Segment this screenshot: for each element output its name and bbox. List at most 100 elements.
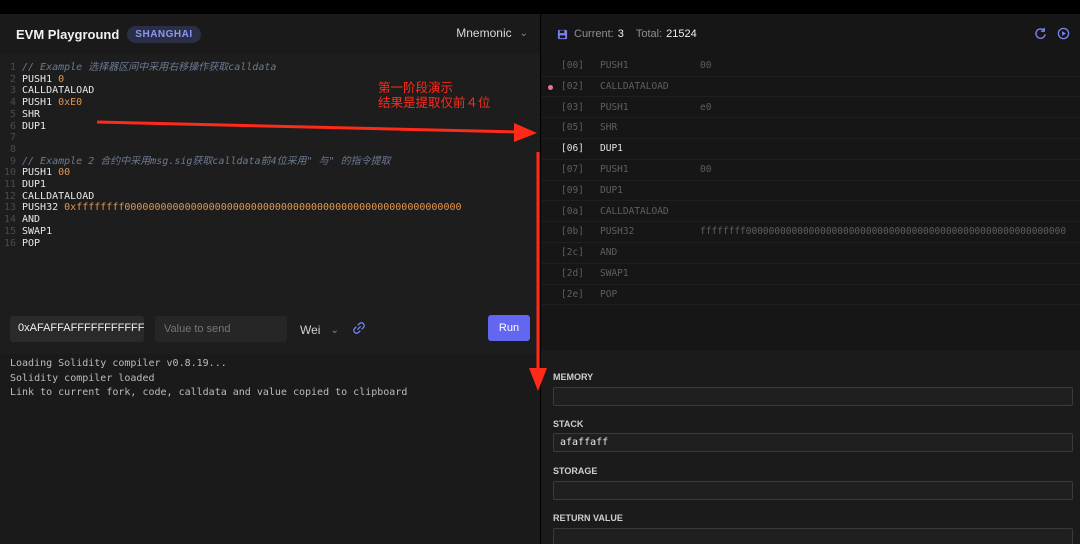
code-line[interactable]: 8: [0, 144, 22, 156]
calldata-input[interactable]: 0xAFAFFAFFFFFFFFFFFA: [10, 316, 144, 342]
step-icon[interactable]: [1057, 27, 1070, 40]
unit-select[interactable]: Wei ⌄: [300, 323, 339, 337]
opcode-row-active[interactable]: [06] DUP1: [541, 139, 1080, 160]
code-line[interactable]: 15 SWAP1: [0, 226, 52, 238]
code-line[interactable]: 5 SHR: [0, 109, 40, 121]
opcode-address: [00]: [561, 60, 584, 71]
line-number: 8: [9, 143, 16, 155]
storage-field[interactable]: [553, 481, 1073, 500]
line-number: 6: [9, 120, 16, 132]
line-number: 11: [3, 179, 16, 190]
opcode-address: [2d]: [561, 268, 584, 279]
opcode-address: [05]: [561, 122, 584, 134]
opcode-row[interactable]: [2d] SWAP1: [541, 264, 1080, 285]
opcode-name: PUSH1: [600, 164, 629, 175]
opcode-row[interactable]: [07] PUSH1 00: [541, 160, 1080, 181]
execution-pane: Current: 3 Total: 21524 [00] PUSH1 00 [02] C…: [541, 14, 1080, 544]
annotation-text: 第一阶段演示 结果是提取仅前４位: [378, 80, 491, 110]
line-number: 15: [3, 225, 16, 237]
code-line[interactable]: 16 POP: [0, 238, 40, 250]
console-line: Solidity compiler loaded: [10, 372, 155, 384]
current-value: 3: [617, 28, 624, 40]
opcode-name: SHR: [600, 122, 618, 134]
line-number: 16: [3, 237, 16, 249]
mode-select[interactable]: Mnemonic ⌄: [456, 26, 528, 40]
opcode-row[interactable]: [05] SHR: [541, 118, 1080, 139]
line-number: 4: [9, 97, 16, 109]
opcode-name: CALLDATALOAD: [600, 205, 669, 217]
code-line[interactable]: 6 DUP1: [0, 121, 46, 133]
opcode-value: 00: [700, 164, 712, 175]
code-literal: 00: [58, 167, 71, 179]
code-opcode: AND: [22, 214, 41, 226]
code-line[interactable]: 7: [0, 132, 22, 144]
code-comment: // Example 2 合约中采用msg.sig获取calldata前4位采用…: [22, 155, 391, 167]
chevron-down-icon: ⌄: [519, 27, 528, 39]
opcode-value: e0: [700, 101, 712, 113]
total-value: 21524: [666, 28, 697, 40]
opcode-row[interactable]: [09] DUP1: [541, 181, 1080, 202]
code-opcode: SWAP1: [22, 225, 53, 237]
code-opcode: PUSH1: [22, 97, 59, 109]
code-opcode: CALLDATALOAD: [22, 190, 95, 202]
mode-select-label: Mnemonic: [456, 26, 512, 40]
line-number: 7: [9, 132, 16, 144]
opcode-row[interactable]: [2e] POP: [541, 285, 1080, 306]
code-opcode: CALLDATALOAD: [22, 85, 95, 97]
opcode-value: 00: [700, 60, 712, 71]
opcode-row[interactable]: [2c] AND: [541, 243, 1080, 264]
app-title: EVM Playground: [16, 26, 120, 42]
reset-icon[interactable]: [1034, 27, 1047, 40]
annotation-line-2: 结果是提取仅前４位: [378, 95, 491, 110]
current-label: Current:: [574, 28, 614, 40]
code-opcode: POP: [22, 237, 41, 249]
fork-badge[interactable]: SHANGHAI: [127, 25, 201, 43]
code-line[interactable]: 14 AND: [0, 214, 40, 226]
code-literal: 0xffffffff000000000000000000000000000000…: [64, 202, 462, 214]
opcode-name: PUSH1: [600, 60, 629, 71]
code-line[interactable]: 4 PUSH1 0xE0: [0, 97, 82, 109]
line-number: 10: [3, 167, 16, 179]
breakpoint-icon[interactable]: [548, 84, 553, 90]
code-literal: 0: [58, 73, 65, 85]
opcode-row[interactable]: [02] CALLDATALOAD: [541, 77, 1080, 98]
line-number: 1: [9, 62, 16, 73]
editor-header: EVM Playground SHANGHAI Mnemonic ⌄: [0, 14, 540, 54]
code-line[interactable]: 9 // Example 2 合约中采用msg.sig获取calldata前4位采…: [0, 156, 391, 168]
execution-actions: [1034, 27, 1070, 40]
line-number: 14: [3, 214, 16, 226]
opcode-row[interactable]: [03] PUSH1 e0: [541, 98, 1080, 119]
link-icon[interactable]: [352, 321, 366, 335]
opcode-value: ffffffff00000000000000000000000000000000…: [700, 226, 1067, 238]
opcode-row[interactable]: [00] PUSH1 00: [541, 56, 1080, 77]
code-line[interactable]: 12 CALLDATALOAD: [0, 191, 94, 203]
console-line: Loading Solidity compiler v0.8.19...: [10, 358, 227, 369]
stack-field[interactable]: afaffaff: [553, 433, 1073, 452]
code-line[interactable]: 3 CALLDATALOAD: [0, 85, 94, 97]
opcode-list: [00] PUSH1 00 [02] CALLDATALOAD [03] PUSH1 e0 [0…: [541, 56, 1080, 306]
opcode-address: [06]: [561, 143, 584, 155]
code-line[interactable]: 1 // Example 选择器区间中采用右移操作获取calldata: [0, 62, 276, 74]
code-line[interactable]: 13 PUSH32 0xffffffff000000000000000000000…: [0, 202, 462, 214]
memory-field[interactable]: [553, 387, 1073, 406]
console-line: Link to current fork, code, calldata and…: [10, 387, 408, 398]
run-button[interactable]: Run: [488, 315, 530, 341]
opcode-address: [03]: [561, 101, 584, 113]
return-value-field[interactable]: [553, 528, 1073, 544]
code-line[interactable]: 2 PUSH1 0: [0, 74, 64, 86]
total-label: Total:: [635, 28, 663, 40]
opcode-address: [2c]: [561, 247, 584, 259]
opcode-address: [2e]: [561, 288, 584, 300]
value-input[interactable]: [155, 316, 287, 342]
code-line[interactable]: 11 DUP1: [0, 179, 46, 191]
opcode-name: POP: [600, 288, 618, 300]
code-opcode: SHR: [22, 108, 41, 120]
line-number: 9: [9, 155, 16, 167]
code-opcode: DUP1: [22, 179, 47, 190]
opcode-name: PUSH32: [600, 226, 635, 238]
opcode-row[interactable]: [0b] PUSH32 ffffffff0000000000000000000000…: [541, 222, 1080, 243]
opcode-address: [0b]: [561, 226, 584, 238]
opcode-address: [09]: [561, 184, 584, 196]
opcode-row[interactable]: [0a] CALLDATALOAD: [541, 202, 1080, 223]
code-line[interactable]: 10 PUSH1 00: [0, 167, 70, 179]
